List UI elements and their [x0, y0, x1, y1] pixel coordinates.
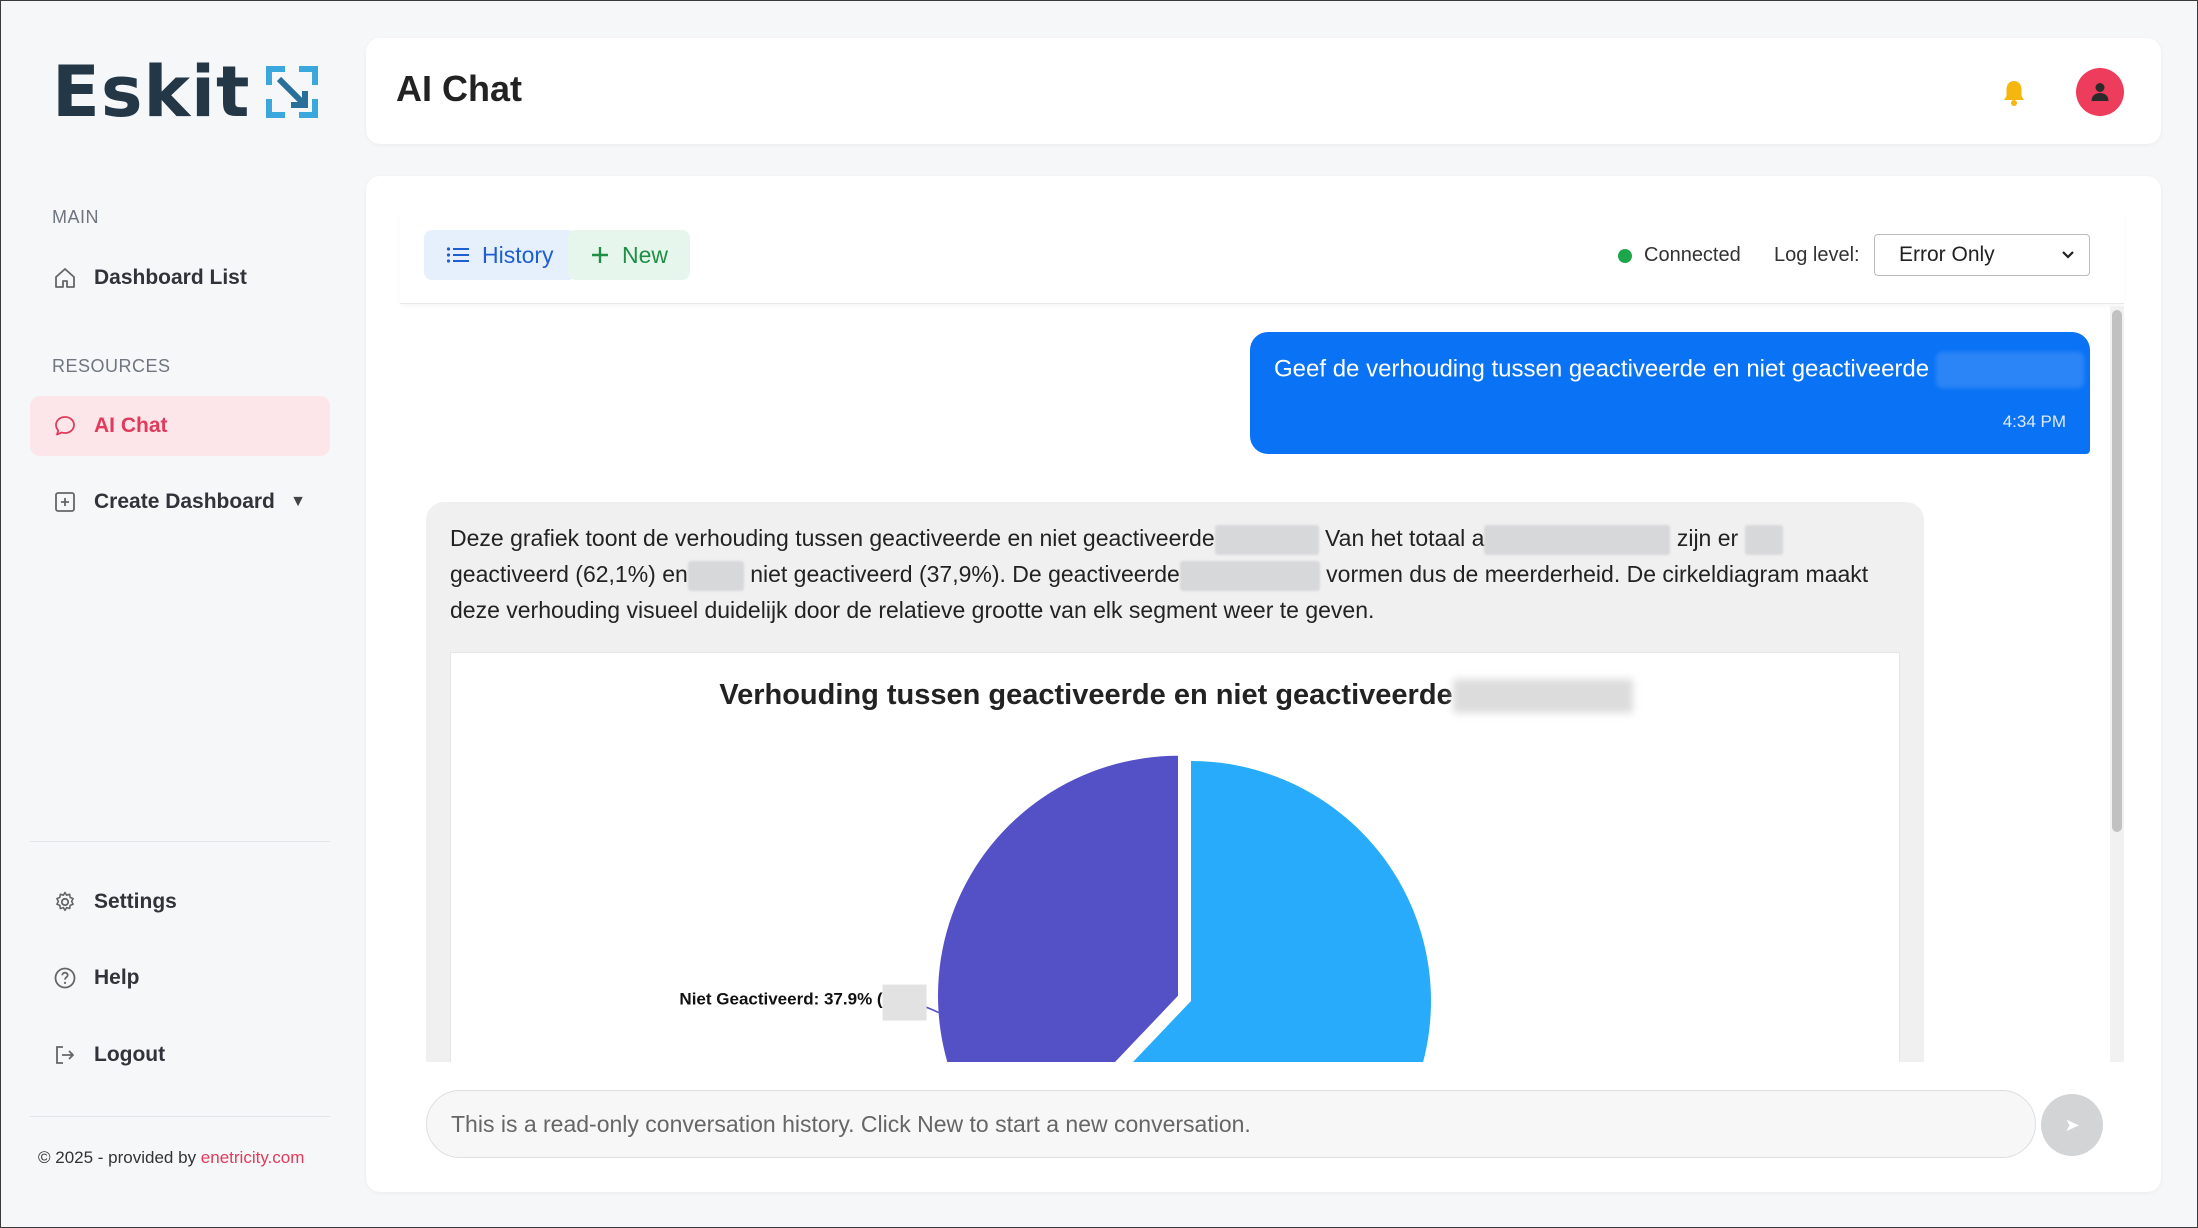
log-level-select[interactable]: Error Only: [1874, 234, 2090, 276]
chat-bubble-icon: [52, 413, 78, 439]
logo-mark-icon: [265, 66, 318, 118]
sidebar: Eskit MAIN Dashboard List RESOURCES AI C…: [0, 0, 360, 1228]
pie-data-label: Niet Geactiveerd: 37.9% (: [679, 990, 882, 1009]
sidebar-item-label: AI Chat: [94, 414, 168, 437]
redacted-block: [687, 560, 744, 591]
chat-panel: History New Connected Log level: Error O…: [366, 176, 2161, 1192]
sidebar-item-label: Settings: [94, 890, 177, 913]
user-message-text: Geef de verhouding tussen geactiveerde e…: [1274, 352, 2084, 388]
bot-text-part: geactiveerd (62,1%) en: [450, 561, 688, 587]
avatar[interactable]: [2076, 68, 2124, 116]
bot-text-part: Van het totaal a: [1325, 525, 1485, 551]
redacted-block: [882, 984, 927, 1021]
user-message-bubble: Geef de verhouding tussen geactiveerde e…: [1250, 332, 2090, 454]
chat-toolbar: History New Connected Log level: Error O…: [400, 212, 2124, 304]
new-label: New: [622, 241, 669, 268]
connection-status: Connected: [1618, 244, 1741, 267]
sidebar-item-help[interactable]: Help: [30, 948, 330, 1008]
bell-icon[interactable]: [2001, 78, 2027, 108]
message-input[interactable]: This is a read-only conversation history…: [426, 1090, 2036, 1158]
log-level-value: Error Only: [1899, 243, 1995, 266]
page-title: AI Chat: [396, 68, 522, 109]
redacted-block: [1484, 524, 1671, 555]
scrollbar-track[interactable]: [2110, 306, 2124, 1062]
bot-text-part: zijn er: [1676, 525, 1739, 551]
redacted-block: [1744, 524, 1783, 555]
redacted-block: [1179, 560, 1320, 591]
assistant-message-bubble: Deze grafiek toont de verhouding tussen …: [426, 502, 1924, 1062]
logout-icon: [52, 1042, 78, 1068]
message-timestamp: 4:34 PM: [2002, 412, 2066, 431]
sidebar-item-ai-chat[interactable]: AI Chat: [30, 396, 330, 456]
scrollbar-thumb[interactable]: [2112, 310, 2122, 832]
sidebar-item-create-dashboard[interactable]: Create Dashboard ▼: [30, 472, 330, 532]
top-header: AI Chat: [366, 38, 2161, 144]
logo-text: Eskit: [52, 51, 251, 133]
sidebar-item-label: Logout: [94, 1043, 166, 1066]
chevron-down-icon: [2062, 251, 2074, 259]
logo[interactable]: Eskit: [52, 52, 319, 132]
gear-icon: [52, 889, 78, 915]
user-message-content: Geef de verhouding tussen geactiveerde e…: [1274, 355, 1930, 383]
input-placeholder: This is a read-only conversation history…: [451, 1110, 1251, 1137]
sidebar-item-settings[interactable]: Settings: [30, 872, 330, 932]
assistant-message-text: Deze grafiek toont de verhouding tussen …: [450, 520, 1900, 628]
redacted-block: [1935, 352, 2084, 388]
list-icon: [446, 246, 470, 264]
sidebar-item-logout[interactable]: Logout: [30, 1025, 330, 1085]
user-icon: [2091, 83, 2109, 101]
sidebar-item-label: Dashboard List: [94, 266, 247, 289]
bot-text-part: Deze grafiek toont de verhouding tussen …: [450, 525, 1215, 551]
pie-chart: Niet Geactiveerd: 37.9% (: [679, 755, 1431, 1062]
redacted-block: [1214, 524, 1319, 555]
section-resources-label: RESOURCES: [52, 356, 171, 376]
status-label: Connected: [1644, 244, 1741, 266]
caret-down-icon[interactable]: ▼: [290, 493, 306, 511]
section-main-label: MAIN: [52, 207, 99, 227]
log-level-label: Log level:: [1774, 244, 1860, 266]
pie-chart-card: Verhouding tussen geactiveerde en niet g…: [450, 652, 1900, 1062]
sidebar-divider: [30, 841, 330, 842]
home-icon: [52, 265, 78, 291]
footer-copyright: © 2025 - provided by enetricity.com: [38, 1148, 304, 1168]
bot-text-part: niet geactiveerd (37,9%). De geactiveerd…: [750, 561, 1180, 587]
send-icon: ➤: [2064, 1114, 2080, 1135]
footer-link[interactable]: enetricity.com: [201, 1148, 305, 1167]
history-label: History: [482, 241, 554, 268]
help-circle-icon: [52, 965, 78, 991]
sidebar-divider: [30, 1116, 330, 1117]
send-button[interactable]: ➤: [2041, 1094, 2103, 1156]
plus-icon: [590, 245, 610, 265]
pie-slice-niet-geactiveerd[interactable]: [938, 755, 1178, 1062]
sidebar-item-label: Help: [94, 966, 140, 989]
new-button[interactable]: New: [568, 230, 691, 280]
plus-square-icon: [52, 489, 78, 515]
footer-prefix: © 2025 - provided by: [38, 1148, 201, 1167]
sidebar-item-label: Create Dashboard: [94, 490, 275, 513]
sidebar-item-dashboard-list[interactable]: Dashboard List: [30, 248, 330, 308]
status-dot-icon: [1618, 248, 1632, 263]
history-button[interactable]: History: [424, 230, 576, 280]
chat-messages[interactable]: Geef de verhouding tussen geactiveerde e…: [400, 306, 2124, 1062]
